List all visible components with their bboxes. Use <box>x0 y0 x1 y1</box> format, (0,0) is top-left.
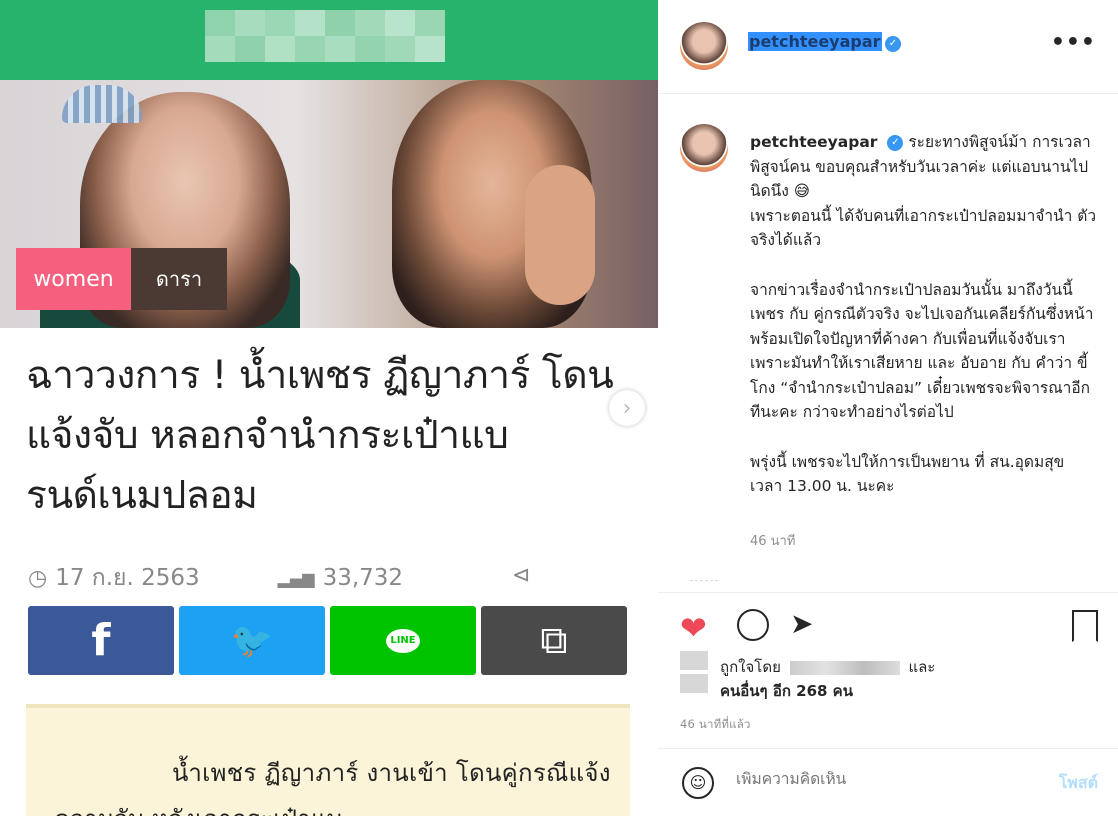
clock-icon: ◷ <box>28 565 48 591</box>
facebook-icon: f <box>91 615 111 666</box>
likers-avatar <box>680 651 708 693</box>
more-icon[interactable]: ••• <box>1051 30 1096 55</box>
caption-paragraph-2: จากข่าวเรื่องจำนำกระเป๋าปลอมวันนั้น มาถึ… <box>750 280 1094 422</box>
crown-decoration <box>62 85 142 123</box>
article-date: 17 ก.ย. 2563 <box>55 565 200 591</box>
next-comment-hint <box>690 580 718 586</box>
facebook-share-button[interactable]: f <box>28 606 174 675</box>
line-share-button[interactable]: LINE <box>330 606 476 675</box>
line-icon: LINE <box>386 628 420 653</box>
instagram-post-panel: petchteeyapar ✓ ••• petchteeyapar ✓ ระยะ… <box>658 0 1118 816</box>
verified-icon: ✓ <box>887 134 904 151</box>
caption-paragraph-3: พรุ่งนี้ เพชรจะไปให้การเป็นพยาน ที่ สน.อ… <box>750 452 1065 496</box>
tag-celebrity[interactable]: ดารา <box>131 248 227 310</box>
caption-username[interactable]: petchteeyapar <box>750 133 877 151</box>
likes-and: และ <box>908 658 936 676</box>
category-tags: women ดารา <box>16 248 227 310</box>
send-icon[interactable]: ➤ <box>790 607 813 640</box>
post-actions: ❤ ➤ ถูกใจโดย และ คนอื่นๆ อีก 268 คน 46 น… <box>658 592 1118 816</box>
post-username[interactable]: petchteeyapar <box>748 32 882 51</box>
likes-summary: ถูกใจโดย และ คนอื่นๆ อีก 268 คน <box>720 655 1100 703</box>
blurred-site-logo <box>205 10 447 62</box>
comment-input[interactable] <box>736 771 1016 789</box>
twitter-share-button[interactable]: 🐦 <box>179 606 325 675</box>
site-header-bar <box>0 0 658 80</box>
heart-icon[interactable]: ❤ <box>680 609 707 647</box>
share-buttons: f 🐦 LINE ⧉ <box>28 606 627 675</box>
caption-timestamp: 46 นาที <box>750 534 796 549</box>
copy-icon: ⧉ <box>540 618 568 662</box>
article-headline: ฉาววงการ ! น้ำเพชร ฏีญาภาร์ โดนแจ้งจับ ห… <box>26 353 614 518</box>
article-body: น้ำเพชร ฏีญาภาร์ งานเข้า โดนคู่กรณีแจ้งค… <box>26 704 630 816</box>
article-body-text: น้ำเพชร ฏีญาภาร์ งานเข้า โดนคู่กรณีแจ้งค… <box>54 759 611 816</box>
twitter-icon: 🐦 <box>230 620 274 661</box>
news-screenshot-image: women ดารา ฉาววงการ ! น้ำเพชร ฏีญาภาร์ โ… <box>0 0 658 816</box>
emoji-icon[interactable]: ☺ <box>682 767 714 799</box>
view-count: 33,732 <box>322 565 404 591</box>
post-header: petchteeyapar ✓ ••• <box>658 0 1118 94</box>
post-caption: petchteeyapar ✓ ระยะทางพิสูจน์ม้า การเวล… <box>750 130 1100 499</box>
likes-prefix: ถูกใจโดย <box>720 658 781 676</box>
copy-link-button[interactable]: ⧉ <box>481 606 627 675</box>
comment-icon[interactable] <box>737 609 769 641</box>
chart-icon: ▂▄▆ <box>277 568 315 588</box>
caption-avatar[interactable] <box>680 124 728 172</box>
verified-icon: ✓ <box>885 36 901 52</box>
tag-women[interactable]: women <box>16 248 131 310</box>
post-comment-button[interactable]: โพสต์ <box>1059 771 1098 796</box>
article-meta: ◷ 17 ก.ย. 2563 ▂▄▆ 33,732 <box>28 560 538 596</box>
blurred-liker-name[interactable] <box>789 660 900 675</box>
avatar[interactable] <box>680 22 728 70</box>
share-icon[interactable]: ⊲ <box>512 563 530 588</box>
likes-others-link[interactable]: คนอื่นๆ อีก 268 คน <box>720 682 853 700</box>
caption-line-2: เพราะตอนนี้ ได้จับคนที่เอากระเป๋าปลอมมาจ… <box>750 206 1097 250</box>
post-timestamp: 46 นาทีที่แล้ว <box>680 717 751 731</box>
bookmark-icon[interactable] <box>1072 610 1098 642</box>
chevron-right-icon[interactable]: › <box>609 390 645 426</box>
add-comment-bar: ☺ โพสต์ <box>658 748 1118 817</box>
